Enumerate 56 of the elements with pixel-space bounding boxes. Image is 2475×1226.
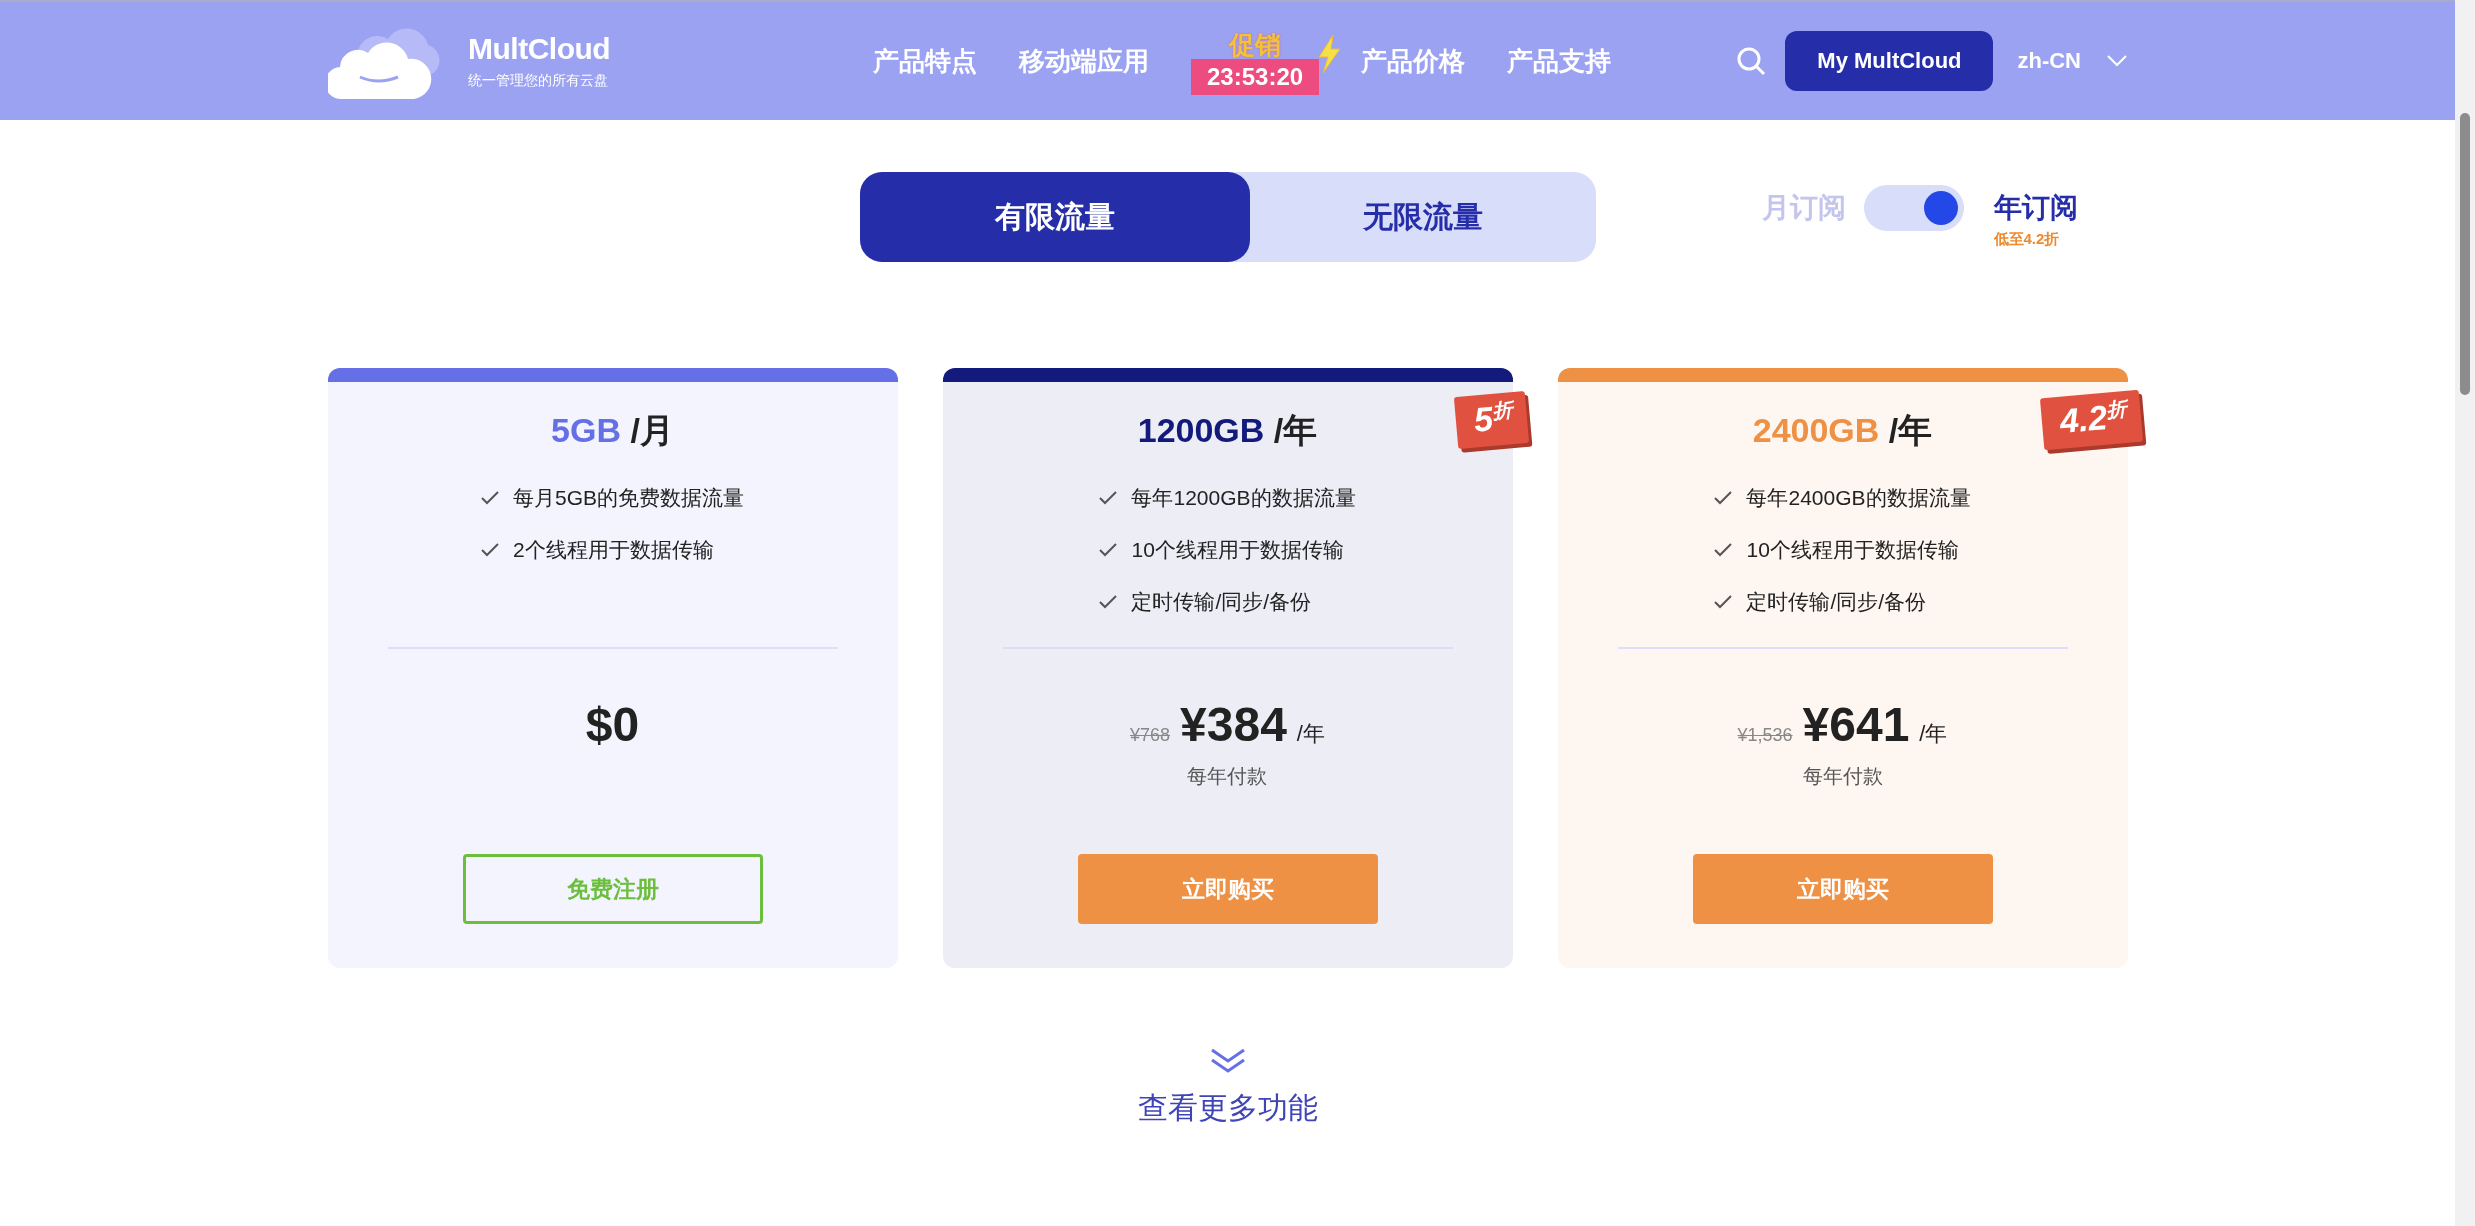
feature-text: 定时传输/同步/备份	[1746, 589, 1927, 615]
tab[interactable]: 有限流量	[859, 172, 1250, 262]
feature-text: 每月5GB的免费数据流量	[513, 485, 744, 511]
buy-button[interactable]: 立即购买	[1692, 854, 1993, 924]
language-selector[interactable]: zh-CN	[2017, 48, 2081, 74]
price: $0	[585, 697, 640, 752]
check-icon	[481, 491, 499, 505]
feature-text: 每年2400GB的数据流量	[1746, 485, 1971, 511]
nav-link[interactable]: 产品价格	[1361, 43, 1466, 79]
nav-link[interactable]: 移动端应用	[1019, 43, 1149, 79]
promo-label: 促销	[1229, 31, 1282, 59]
check-icon	[1099, 491, 1118, 505]
original-price: ¥768	[1130, 725, 1171, 746]
double-chevron-down-icon	[1209, 1048, 1246, 1074]
billing-option[interactable]: 月订阅	[1761, 188, 1846, 228]
feature-text: 定时传输/同步/备份	[1131, 589, 1312, 615]
billing-note: 每年付款	[1802, 764, 1883, 789]
billing-option[interactable]: 年订阅	[1993, 188, 2078, 228]
discount-ribbon: 4.2$^{折}$	[2040, 389, 2144, 451]
buy-button[interactable]: 立即购买	[1077, 854, 1378, 924]
account-button[interactable]: My MultCloud	[1785, 31, 1994, 91]
countdown-timer: 23:53:20	[1191, 59, 1320, 95]
check-icon	[481, 543, 499, 557]
plan-title: 1200GB /年	[1137, 410, 1318, 450]
check-icon	[1714, 543, 1733, 557]
original-price: ¥1,536	[1737, 725, 1793, 746]
nav-link[interactable]: 产品特点	[873, 43, 977, 79]
brand-name[interactable]: MultCloud	[468, 32, 611, 66]
check-icon	[1099, 595, 1118, 609]
price: ¥384	[1180, 697, 1287, 752]
price-unit: /年	[1919, 720, 1948, 748]
feature-text: 2个线程用于数据传输	[513, 537, 714, 563]
check-icon	[1714, 491, 1733, 505]
nav-link[interactable]: 产品支持	[1507, 43, 1612, 79]
lightning-icon	[1317, 35, 1342, 73]
check-icon	[1714, 595, 1733, 609]
scroll-thumb[interactable]	[2460, 113, 2470, 395]
price: ¥641	[1802, 697, 1910, 752]
plan-title: 2400GB /年	[1752, 410, 1933, 450]
billing-switch[interactable]	[1863, 185, 1964, 231]
search-icon	[1735, 45, 1768, 77]
feature-text: 每年1200GB的数据流量	[1131, 485, 1356, 511]
plan-title: 5GB /月	[551, 410, 674, 450]
tagline: 统一管理您的所有云盘	[468, 72, 609, 90]
tab[interactable]: 无限流量	[1249, 172, 1596, 262]
discount-ribbon: 5$^{折}$	[1453, 391, 1529, 450]
discount-note: 低至4.2折	[1993, 230, 2061, 249]
signup-button[interactable]: 免费注册	[462, 854, 763, 924]
feature-text: 10个线程用于数据传输	[1746, 537, 1959, 563]
chevron-down-icon	[2107, 55, 2127, 67]
feature-text: 10个线程用于数据传输	[1131, 537, 1344, 563]
scrollbar[interactable]	[2455, 0, 2475, 1226]
check-icon	[1099, 543, 1118, 557]
more-features-link[interactable]: 查看更多功能	[1137, 1088, 1318, 1129]
price-unit: /年	[1296, 720, 1325, 748]
billing-note: 每年付款	[1187, 764, 1268, 789]
